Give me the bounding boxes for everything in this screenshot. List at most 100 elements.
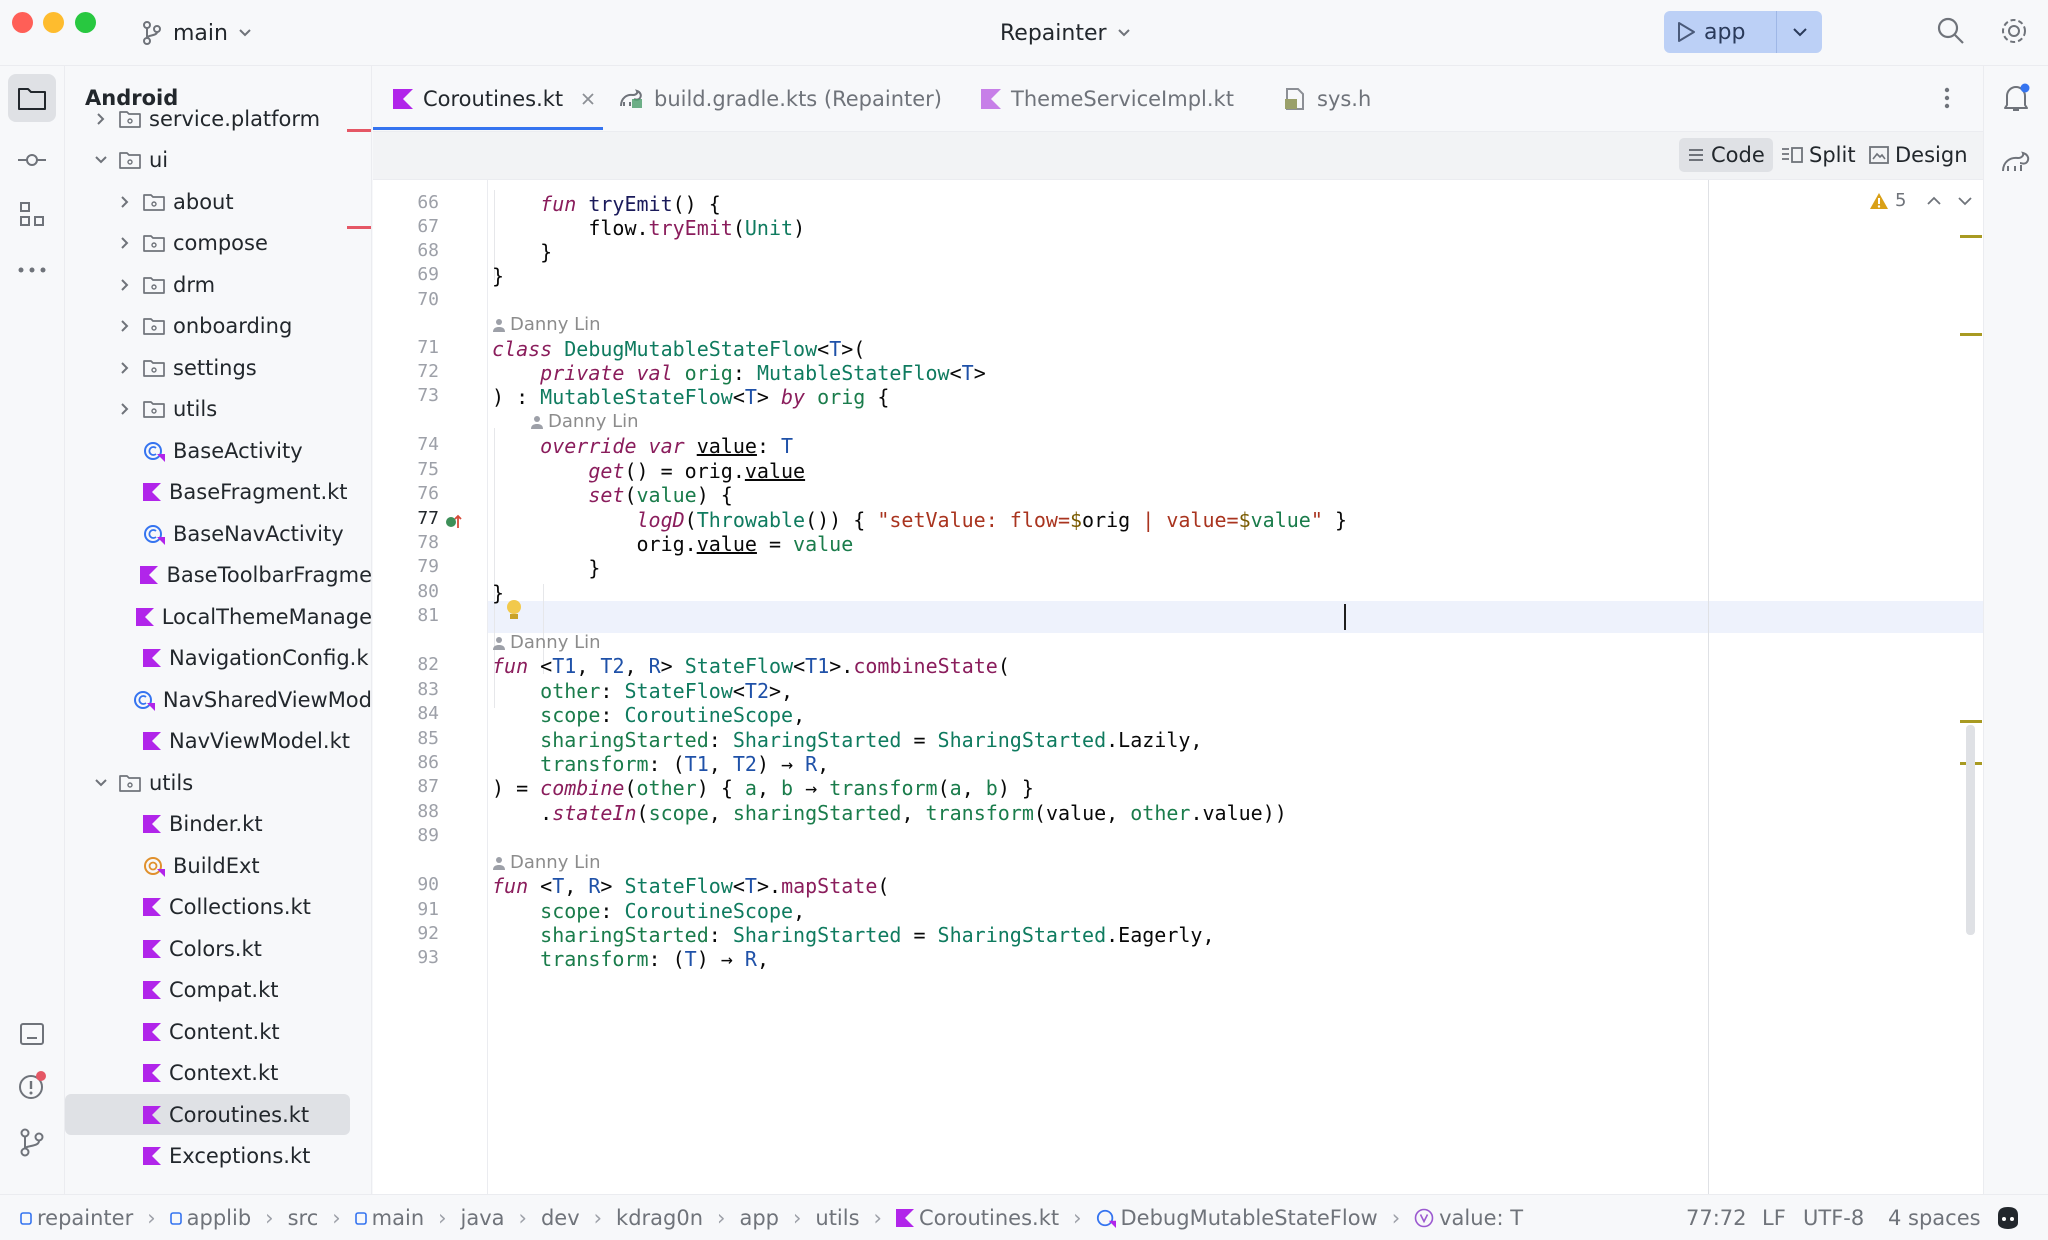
tree-item[interactable]: NavigationConfig.k — [65, 637, 371, 679]
tree-item[interactable]: BaseActivity — [65, 430, 371, 472]
code-author-hint[interactable]: Danny Lin — [492, 852, 601, 873]
code-line[interactable]: } — [492, 552, 600, 584]
code-editor[interactable]: 66 67 68 69 70 71 72 73 74 75 76 77 78 79 80 81 82 83 84 85… — [373, 180, 1983, 1194]
lightbulb-icon[interactable] — [505, 598, 523, 628]
breadcrumb-item[interactable]: Coroutines.kt — [895, 1206, 1059, 1230]
code-author-hint[interactable]: Danny Lin — [530, 411, 639, 432]
line-separator-widget[interactable]: LF — [1762, 1195, 1786, 1240]
stripe-mark[interactable] — [1960, 235, 1982, 238]
tree-item[interactable]: compose — [65, 222, 371, 264]
chevron-right-icon[interactable] — [117, 361, 133, 375]
split-view-button[interactable]: Split — [1773, 138, 1864, 172]
project-tool-button[interactable] — [8, 74, 56, 122]
structure-tool-button[interactable] — [8, 190, 56, 238]
next-highlight-icon[interactable] — [1957, 192, 1973, 211]
breadcrumb-item[interactable]: java — [461, 1206, 505, 1230]
breadcrumb-item[interactable]: repainter — [20, 1206, 133, 1230]
notifications-tool-button[interactable] — [1992, 74, 2040, 122]
stripe-mark[interactable] — [1960, 720, 1982, 723]
chevron-down-icon[interactable] — [93, 778, 109, 788]
line-number[interactable]: 77 — [373, 508, 439, 529]
line-number[interactable]: 88 — [373, 801, 439, 822]
line-number[interactable]: 68 — [373, 240, 439, 261]
tree-item[interactable]: BaseNavActivity — [65, 513, 371, 555]
tree-item[interactable]: BaseFragment.kt — [65, 471, 371, 513]
stripe-mark[interactable] — [1960, 333, 1982, 336]
inspection-widget[interactable]: 5 — [1869, 190, 1906, 211]
line-number[interactable]: 93 — [373, 947, 439, 968]
line-number[interactable]: 71 — [373, 337, 439, 358]
tree-item[interactable]: utils — [65, 388, 371, 430]
line-number[interactable]: 72 — [373, 361, 439, 382]
tree-item[interactable]: Binder.kt — [65, 803, 371, 845]
tree-item[interactable]: Compat.kt — [65, 969, 371, 1011]
chevron-right-icon[interactable] — [117, 319, 133, 333]
tree-item[interactable]: BaseToolbarFragme — [65, 554, 371, 596]
line-number[interactable]: 84 — [373, 703, 439, 724]
tree-item[interactable]: Content.kt — [65, 1011, 371, 1053]
close-window-button[interactable] — [12, 12, 33, 33]
commit-tool-button[interactable] — [8, 136, 56, 184]
project-selector[interactable]: Repainter — [1000, 18, 1131, 48]
breadcrumb-item[interactable]: DebugMutableStateFlow — [1096, 1206, 1378, 1230]
line-number[interactable]: 85 — [373, 728, 439, 749]
line-number[interactable]: 86 — [373, 752, 439, 773]
close-icon[interactable] — [581, 92, 595, 106]
line-number[interactable]: 91 — [373, 899, 439, 920]
breadcrumb-item[interactable]: src — [288, 1206, 319, 1230]
tree-item[interactable]: Exceptions.kt — [65, 1135, 371, 1177]
tab-coroutines-kt[interactable]: Coroutines.kt — [393, 66, 595, 132]
breadcrumb-item[interactable]: value: T — [1414, 1206, 1523, 1230]
tree-item[interactable]: onboarding — [65, 305, 371, 347]
line-number[interactable]: 76 — [373, 483, 439, 504]
code-line[interactable]: } — [492, 577, 504, 609]
line-number[interactable]: 67 — [373, 216, 439, 237]
breadcrumb-item[interactable]: main — [354, 1206, 424, 1230]
tree-item[interactable]: BuildExt — [65, 845, 371, 887]
branch-selector[interactable]: main — [141, 18, 252, 48]
minimize-window-button[interactable] — [43, 12, 64, 33]
chevron-right-icon[interactable] — [93, 112, 109, 126]
tree-item[interactable]: about — [65, 181, 371, 223]
tree-item[interactable]: ui — [65, 139, 371, 181]
line-number[interactable]: 79 — [373, 556, 439, 577]
tree-item[interactable]: utils — [65, 762, 371, 804]
breadcrumb-item[interactable]: dev — [541, 1206, 580, 1230]
run-config-button[interactable]: app — [1664, 11, 1822, 53]
tab-themeserviceimpl-kt[interactable]: ThemeServiceImpl.kt — [981, 66, 1234, 132]
code-view-button[interactable]: Code — [1679, 138, 1773, 172]
gradle-tool-button[interactable] — [1992, 138, 2040, 186]
editor-scrollbar-thumb[interactable] — [1966, 725, 1975, 935]
chevron-right-icon[interactable] — [117, 278, 133, 292]
git-tool-button[interactable] — [8, 1118, 56, 1166]
breadcrumb-item[interactable]: app — [739, 1206, 779, 1230]
line-number[interactable]: 80 — [373, 581, 439, 602]
tree-item[interactable]: settings — [65, 347, 371, 389]
copilot-icon[interactable] — [1994, 1205, 2022, 1236]
code-line[interactable]: transform: (T) → R, — [492, 943, 769, 975]
chevron-right-icon[interactable] — [117, 236, 133, 250]
run-config-dropdown[interactable] — [1777, 27, 1822, 37]
chevron-right-icon[interactable] — [117, 195, 133, 209]
code-line[interactable]: ) : MutableStateFlow<T> by orig { — [492, 381, 889, 413]
zoom-window-button[interactable] — [75, 12, 96, 33]
more-tabs-icon[interactable] — [1943, 86, 1951, 114]
tree-item[interactable]: NavViewModel.kt — [65, 720, 371, 762]
tree-item[interactable]: Collections.kt — [65, 886, 371, 928]
line-number[interactable]: 89 — [373, 825, 439, 846]
breadcrumb-item[interactable]: kdrag0n — [616, 1206, 703, 1230]
code-author-hint[interactable]: Danny Lin — [492, 632, 601, 653]
line-number[interactable]: 78 — [373, 532, 439, 553]
line-number[interactable]: 69 — [373, 264, 439, 285]
chevron-down-icon[interactable] — [93, 155, 109, 165]
run-button[interactable]: app — [1664, 11, 1777, 53]
gear-icon[interactable] — [1999, 16, 2029, 50]
line-number[interactable]: 87 — [373, 776, 439, 797]
breadcrumb-item[interactable]: applib — [169, 1206, 251, 1230]
line-number[interactable]: 66 — [373, 192, 439, 213]
terminal-tool-button[interactable] — [8, 1010, 56, 1058]
tree-item[interactable]: Colors.kt — [65, 928, 371, 970]
line-number[interactable]: 81 — [373, 605, 439, 626]
tree-item[interactable]: LocalThemeManage — [65, 596, 371, 638]
design-view-button[interactable]: Design — [1861, 138, 1976, 172]
